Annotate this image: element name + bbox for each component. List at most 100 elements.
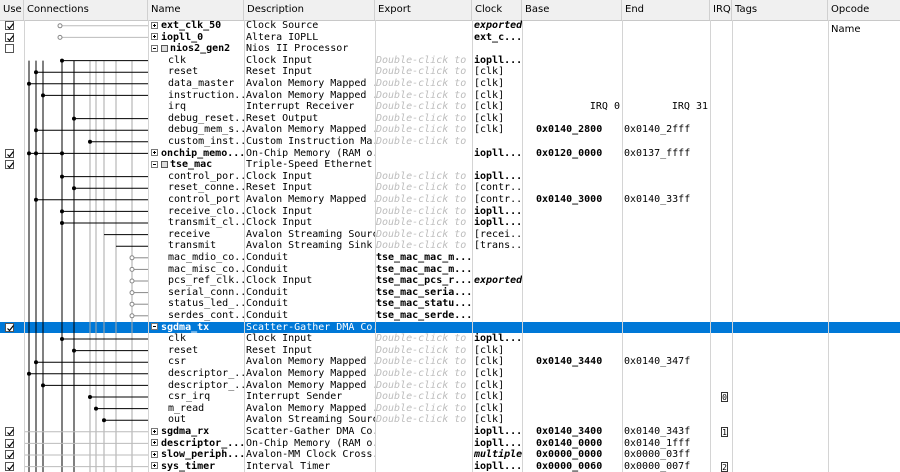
connection-dot[interactable]: [72, 116, 76, 121]
base-address-cell[interactable]: [524, 345, 622, 357]
clock-cell[interactable]: [recei...: [474, 229, 522, 241]
connection-dot[interactable]: [41, 93, 45, 98]
base-address-cell[interactable]: 0x0000_0060: [524, 461, 622, 472]
clock-cell[interactable]: [clk]: [474, 391, 522, 403]
header-opcode-name[interactable]: Opcode Name: [828, 0, 900, 35]
base-address-cell[interactable]: [524, 264, 622, 276]
base-address-cell[interactable]: [524, 322, 622, 334]
component-name-cell[interactable]: slow_periph...: [151, 449, 246, 461]
export-cell[interactable]: Double-click to: [376, 391, 472, 403]
connection-dot[interactable]: [34, 197, 38, 202]
export-cell[interactable]: [376, 32, 472, 44]
clock-cell[interactable]: iopll...: [474, 148, 522, 160]
use-checkbox[interactable]: [5, 322, 14, 332]
clock-cell[interactable]: [clk]: [474, 78, 522, 90]
component-name-cell[interactable]: m_read: [168, 403, 246, 415]
export-cell[interactable]: Double-click to: [376, 136, 472, 148]
use-checkbox[interactable]: [5, 438, 14, 448]
base-address-cell[interactable]: 0x0140_2800: [524, 124, 622, 136]
clock-cell[interactable]: [474, 264, 522, 276]
connection-dot-open[interactable]: [57, 34, 63, 40]
component-name-cell[interactable]: csr_irq: [168, 391, 246, 403]
clock-cell[interactable]: iopll...: [474, 171, 522, 183]
base-address-cell[interactable]: [524, 287, 622, 299]
export-cell[interactable]: Double-click to: [376, 55, 472, 67]
export-cell[interactable]: [376, 322, 472, 334]
component-name-cell[interactable]: onchip_memo...: [151, 148, 246, 160]
header-irq[interactable]: IRQ: [710, 0, 732, 20]
component-name-cell[interactable]: sgdma_rx: [151, 426, 246, 438]
connection-dot[interactable]: [27, 81, 31, 86]
component-name-cell[interactable]: receive_clo...: [168, 206, 246, 218]
connection-dot[interactable]: [88, 139, 92, 144]
export-cell[interactable]: Double-click to: [376, 206, 472, 218]
base-address-cell[interactable]: [524, 78, 622, 90]
component-name-cell[interactable]: sgdma_tx: [151, 322, 246, 334]
connection-dot[interactable]: [72, 186, 76, 191]
component-name-cell[interactable]: control_por...: [168, 171, 246, 183]
component-name-cell[interactable]: debug_reset...: [168, 113, 246, 125]
use-checkbox[interactable]: [5, 450, 14, 460]
connection-dot[interactable]: [88, 395, 92, 399]
export-cell[interactable]: tse_mac_seria...: [376, 287, 472, 299]
connection-dot[interactable]: [34, 360, 38, 365]
component-name-cell[interactable]: mac_mdio_co...: [168, 252, 246, 264]
component-name-cell[interactable]: descriptor_...: [168, 380, 246, 392]
connection-dot-open[interactable]: [129, 255, 135, 261]
base-address-cell[interactable]: [524, 55, 622, 67]
export-cell[interactable]: Double-click to: [376, 194, 472, 206]
component-name-cell[interactable]: sys_timer: [151, 461, 246, 472]
clock-cell[interactable]: iopll...: [474, 333, 522, 345]
expand-icon[interactable]: [151, 450, 158, 458]
header-tags[interactable]: Tags: [732, 0, 828, 20]
clock-cell[interactable]: iopll...: [474, 217, 522, 229]
use-checkbox[interactable]: [5, 461, 14, 471]
component-name-cell[interactable]: clk: [168, 55, 246, 67]
base-address-cell[interactable]: [524, 182, 622, 194]
clock-cell[interactable]: [clk]: [474, 66, 522, 78]
export-cell[interactable]: [376, 20, 472, 32]
base-address-cell[interactable]: [524, 368, 622, 380]
expand-icon[interactable]: [151, 462, 158, 470]
clock-cell[interactable]: [474, 136, 522, 148]
base-address-cell[interactable]: 0x0000_0000: [524, 449, 622, 461]
base-address-cell[interactable]: [524, 159, 622, 171]
connection-dot-open[interactable]: [129, 266, 135, 272]
base-address-cell[interactable]: 0x0140_3440: [524, 356, 622, 368]
header-export[interactable]: Export: [375, 0, 472, 20]
component-name-cell[interactable]: custom_inst...: [168, 136, 246, 148]
component-name-cell[interactable]: mac_misc_co...: [168, 264, 246, 276]
export-cell[interactable]: [376, 426, 472, 438]
connection-dot[interactable]: [60, 221, 64, 225]
header-description[interactable]: Description: [244, 0, 375, 20]
export-cell[interactable]: tse_mac_serde...: [376, 310, 472, 322]
component-name-cell[interactable]: serial_conn...: [168, 287, 246, 299]
base-address-cell[interactable]: 0x0120_0000: [524, 148, 622, 160]
base-address-cell[interactable]: 0x0140_3400: [524, 426, 622, 438]
export-cell[interactable]: Double-click to: [376, 217, 472, 229]
clock-cell[interactable]: iopll...: [474, 461, 522, 472]
use-checkbox[interactable]: [5, 160, 14, 170]
collapse-icon[interactable]: [151, 44, 158, 52]
expand-icon[interactable]: [151, 149, 158, 157]
expand-icon[interactable]: [151, 427, 158, 435]
connection-dot[interactable]: [27, 151, 31, 156]
connection-dot[interactable]: [102, 418, 106, 423]
export-cell[interactable]: [376, 438, 472, 450]
connection-dot[interactable]: [41, 383, 45, 388]
clock-cell[interactable]: [clk]: [474, 414, 522, 426]
base-address-cell[interactable]: [524, 275, 622, 287]
connection-dot[interactable]: [60, 58, 64, 63]
base-address-cell[interactable]: [524, 66, 622, 78]
export-cell[interactable]: Double-click to: [376, 414, 472, 426]
base-address-cell[interactable]: 0x0140_0000: [524, 438, 622, 450]
connection-dot[interactable]: [72, 348, 76, 353]
base-address-cell[interactable]: [524, 113, 622, 125]
base-address-cell[interactable]: [524, 414, 622, 426]
base-address-cell[interactable]: 0x0140_3000: [524, 194, 622, 206]
clock-cell[interactable]: [clk]: [474, 368, 522, 380]
clock-cell[interactable]: [contr...: [474, 182, 522, 194]
collapse-icon[interactable]: [151, 323, 158, 331]
export-cell[interactable]: [376, 159, 472, 171]
base-address-cell[interactable]: [524, 391, 622, 403]
